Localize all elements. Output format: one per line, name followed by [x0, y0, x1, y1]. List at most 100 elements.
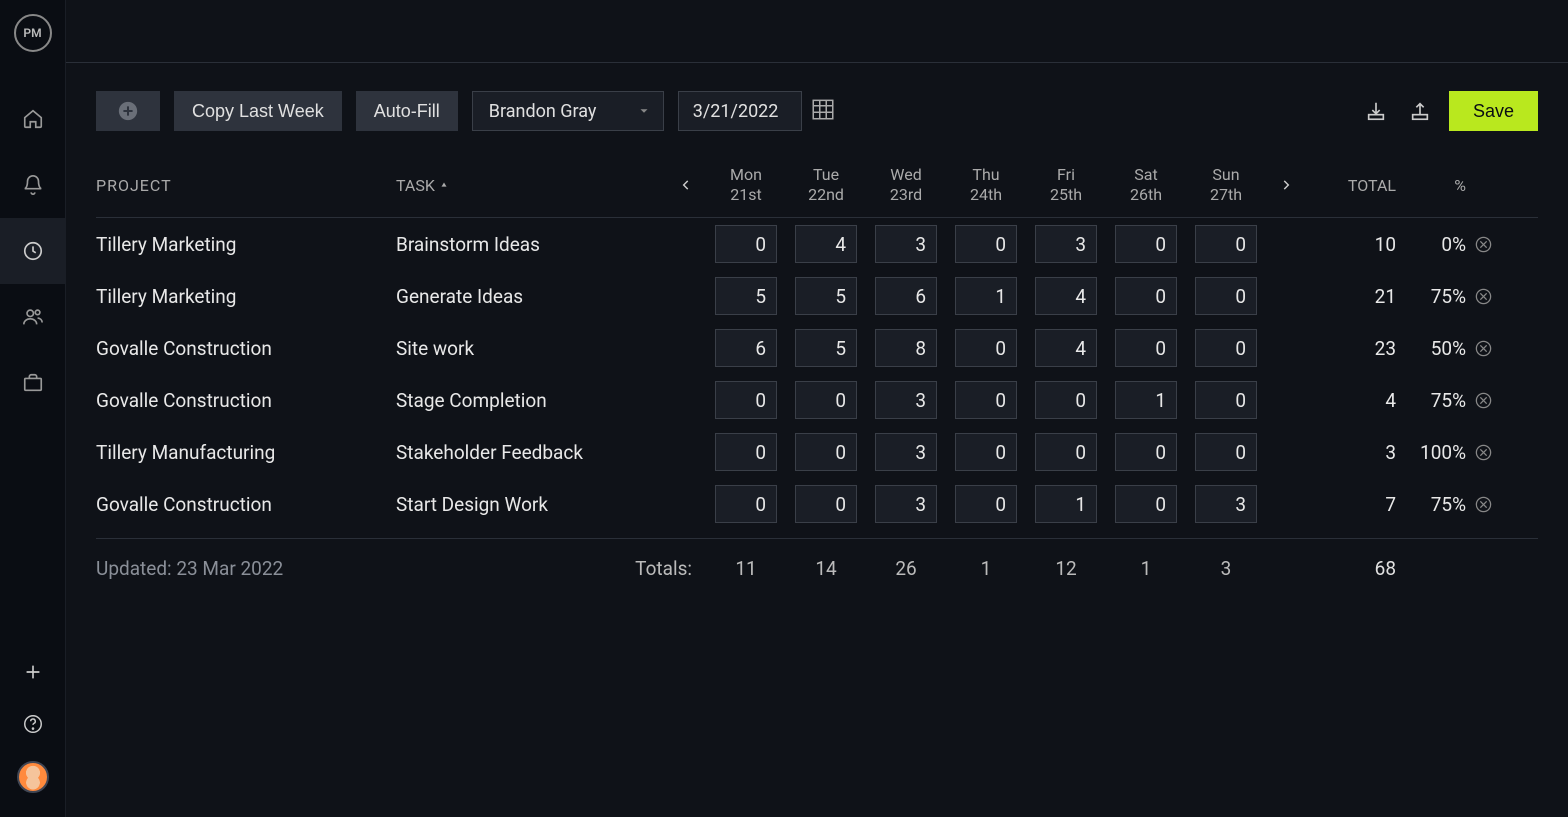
delete-row-button[interactable] — [1466, 287, 1500, 306]
hour-input[interactable]: 0 — [795, 433, 857, 471]
toolbar: Copy Last Week Auto-Fill Brandon Gray 3/… — [66, 63, 1568, 155]
timesheet-row: Tillery Marketing Brainstorm Ideas 04303… — [96, 218, 1538, 270]
timesheet: PROJECT TASK Mon21stTue22ndWed23rdThu24t… — [66, 155, 1568, 592]
timesheet-row: Tillery Manufacturing Stakeholder Feedba… — [96, 426, 1538, 478]
nav-list — [0, 86, 65, 416]
hour-input[interactable]: 4 — [795, 225, 857, 263]
hour-input[interactable]: 0 — [1115, 329, 1177, 367]
nav-team[interactable] — [0, 284, 65, 350]
delete-row-button[interactable] — [1466, 443, 1500, 462]
app-logo: PM — [14, 14, 52, 52]
delete-row-button[interactable] — [1466, 339, 1500, 358]
bell-icon — [22, 174, 44, 196]
hour-input[interactable]: 0 — [1195, 433, 1257, 471]
hour-input[interactable]: 0 — [955, 329, 1017, 367]
hour-input[interactable]: 3 — [1035, 225, 1097, 263]
row-percent: 75% — [1396, 389, 1466, 412]
hour-input[interactable]: 0 — [1115, 277, 1177, 315]
day-header: Mon21st — [706, 165, 786, 205]
briefcase-icon — [22, 372, 44, 394]
nav-home[interactable] — [0, 86, 65, 152]
hour-input[interactable]: 0 — [795, 485, 857, 523]
hour-input[interactable]: 0 — [955, 485, 1017, 523]
hour-input[interactable]: 0 — [1115, 485, 1177, 523]
hour-input[interactable]: 4 — [1035, 277, 1097, 315]
hour-input[interactable]: 0 — [795, 381, 857, 419]
project-header[interactable]: PROJECT — [96, 176, 396, 195]
close-circle-icon — [1474, 287, 1493, 306]
next-week-button[interactable] — [1266, 175, 1306, 195]
task-header[interactable]: TASK — [396, 176, 666, 195]
auto-fill-button[interactable]: Auto-Fill — [356, 91, 458, 131]
date-picker: 3/21/2022 — [678, 91, 836, 131]
hour-input[interactable]: 5 — [715, 277, 777, 315]
hour-input[interactable]: 6 — [715, 329, 777, 367]
copy-last-week-button[interactable]: Copy Last Week — [174, 91, 342, 131]
hour-input[interactable]: 0 — [1195, 329, 1257, 367]
hour-input[interactable]: 1 — [1035, 485, 1097, 523]
add-button[interactable] — [18, 657, 48, 687]
prev-week-button[interactable] — [666, 175, 706, 195]
hour-input[interactable]: 6 — [875, 277, 937, 315]
row-total: 3 — [1306, 441, 1396, 464]
hour-input[interactable]: 1 — [1115, 381, 1177, 419]
nav-timesheet[interactable] — [0, 218, 65, 284]
hour-input[interactable]: 1 — [955, 277, 1017, 315]
task-cell: Generate Ideas — [396, 285, 666, 308]
hour-input[interactable]: 0 — [1115, 225, 1177, 263]
hour-input[interactable]: 0 — [715, 485, 777, 523]
hour-input[interactable]: 0 — [715, 381, 777, 419]
hour-input[interactable]: 0 — [1035, 433, 1097, 471]
close-circle-icon — [1474, 443, 1493, 462]
nav-work[interactable] — [0, 350, 65, 416]
hour-input[interactable]: 0 — [1195, 277, 1257, 315]
import-button[interactable] — [1361, 96, 1391, 126]
hour-input[interactable]: 0 — [1195, 225, 1257, 263]
delete-row-button[interactable] — [1466, 235, 1500, 254]
delete-row-button[interactable] — [1466, 495, 1500, 514]
hour-input[interactable]: 0 — [715, 225, 777, 263]
close-circle-icon — [1474, 339, 1493, 358]
project-cell: Govalle Construction — [96, 337, 396, 360]
hour-input[interactable]: 0 — [955, 381, 1017, 419]
day-total: 26 — [866, 557, 946, 580]
hour-input[interactable]: 0 — [715, 433, 777, 471]
project-cell: Tillery Marketing — [96, 285, 396, 308]
close-circle-icon — [1474, 495, 1493, 514]
nav-notifications[interactable] — [0, 152, 65, 218]
hour-input[interactable]: 5 — [795, 277, 857, 315]
export-button[interactable] — [1405, 96, 1435, 126]
row-total: 7 — [1306, 493, 1396, 516]
calendar-button[interactable] — [810, 96, 836, 126]
hour-input[interactable]: 3 — [875, 433, 937, 471]
date-input[interactable]: 3/21/2022 — [678, 91, 802, 131]
hour-input[interactable]: 5 — [795, 329, 857, 367]
hour-input[interactable]: 4 — [1035, 329, 1097, 367]
save-button[interactable]: Save — [1449, 91, 1538, 131]
home-icon — [22, 108, 44, 130]
row-percent: 50% — [1396, 337, 1466, 360]
hour-input[interactable]: 3 — [1195, 485, 1257, 523]
hour-input[interactable]: 3 — [875, 485, 937, 523]
percent-header: % — [1396, 176, 1466, 195]
row-total: 21 — [1306, 285, 1396, 308]
hour-input[interactable]: 8 — [875, 329, 937, 367]
hour-input[interactable]: 0 — [1035, 381, 1097, 419]
chevron-left-icon — [679, 175, 693, 195]
header-row: PROJECT TASK Mon21stTue22ndWed23rdThu24t… — [96, 155, 1538, 218]
user-select[interactable]: Brandon Gray — [472, 91, 664, 131]
hour-input[interactable]: 0 — [1115, 433, 1177, 471]
add-row-button[interactable] — [96, 91, 160, 131]
hour-input[interactable]: 3 — [875, 225, 937, 263]
user-avatar[interactable] — [17, 761, 49, 793]
hour-input[interactable]: 0 — [955, 225, 1017, 263]
delete-row-button[interactable] — [1466, 391, 1500, 410]
sidebar-bottom — [17, 657, 49, 817]
sidebar: PM — [0, 0, 66, 817]
day-total: 3 — [1186, 557, 1266, 580]
help-button[interactable] — [18, 709, 48, 739]
day-total: 14 — [786, 557, 866, 580]
hour-input[interactable]: 0 — [1195, 381, 1257, 419]
hour-input[interactable]: 0 — [955, 433, 1017, 471]
hour-input[interactable]: 3 — [875, 381, 937, 419]
